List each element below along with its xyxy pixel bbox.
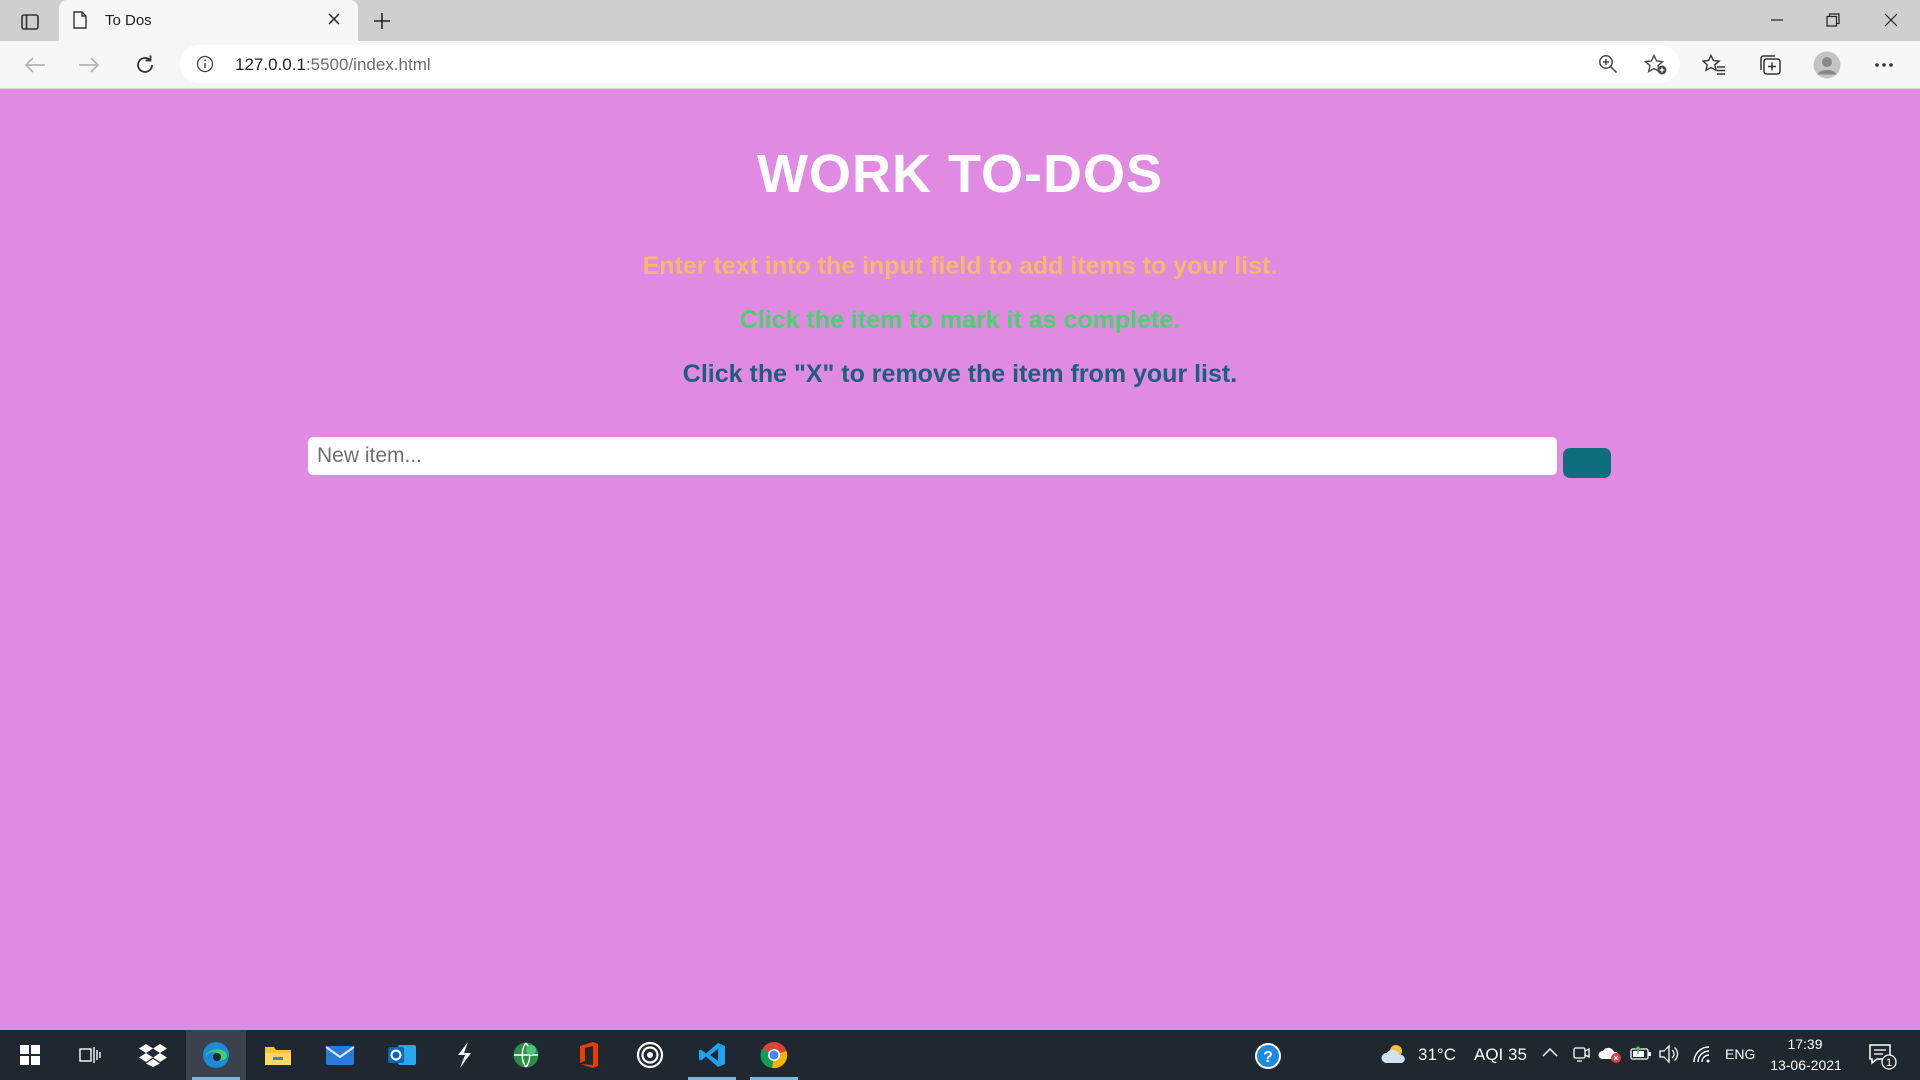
instruction-add: Enter text into the input field to add i… [642,252,1278,280]
minimize-icon[interactable] [1749,0,1805,40]
meeting-icon[interactable] [1572,1045,1590,1063]
page-icon [73,11,87,29]
zoom-icon[interactable] [1598,54,1618,74]
url-path: :5500/index.html [305,55,431,74]
task-view-icon[interactable] [60,1030,120,1080]
clock-time[interactable]: 17:39 [1770,1036,1840,1052]
weather-temperature[interactable]: 31°C [1418,1045,1456,1065]
wifi-icon[interactable] [1692,1045,1714,1063]
favorites-icon[interactable] [1697,49,1731,81]
dropbox-icon[interactable] [123,1030,183,1080]
weather-icon[interactable] [1380,1043,1408,1065]
tab-actions-icon[interactable] [16,10,44,34]
office-icon[interactable] [558,1030,618,1080]
address-bar[interactable]: 127.0.0.1:5500/index.html [180,45,1680,83]
forward-icon[interactable] [72,49,106,81]
collections-icon[interactable] [1753,49,1787,81]
refresh-icon[interactable] [128,49,162,81]
instruction-complete: Click the item to mark it as complete. [739,306,1181,334]
edge-icon[interactable] [186,1030,246,1080]
outlook-icon[interactable] [372,1030,432,1080]
add-item-button[interactable] [1563,448,1611,478]
back-icon[interactable] [18,49,52,81]
tab-title: To Dos [105,12,152,29]
mail-icon[interactable] [310,1030,370,1080]
weather-aqi[interactable]: AQI 35 [1474,1045,1527,1065]
new-item-input[interactable] [308,437,1557,475]
chevron-up-icon[interactable] [1542,1047,1558,1057]
close-tab-icon[interactable] [327,12,341,26]
volume-icon[interactable] [1658,1044,1680,1064]
record-app-icon[interactable] [620,1030,680,1080]
instruction-remove: Click the "X" to remove the item from yo… [682,360,1238,388]
battery-icon[interactable] [1630,1046,1652,1062]
taskbar: ? 31°C AQI 35 ENG 17:39 13-06-2021 1 [0,1030,1920,1080]
globe-app-icon[interactable] [496,1030,556,1080]
close-window-icon[interactable] [1863,0,1919,40]
url-text[interactable]: 127.0.0.1:5500/index.html [235,55,431,75]
notification-count: 1 [1886,1057,1892,1069]
browser-toolbar: 127.0.0.1:5500/index.html [0,41,1920,89]
language-indicator[interactable]: ENG [1725,1046,1755,1062]
site-info-icon[interactable] [196,55,214,73]
windows-start-icon[interactable] [0,1030,60,1080]
more-options-icon[interactable] [1867,49,1901,81]
vscode-icon[interactable] [682,1030,742,1080]
app-s-icon[interactable] [434,1030,494,1080]
file-explorer-icon[interactable] [248,1030,308,1080]
svg-text:?: ? [1263,1049,1273,1066]
add-favorite-icon[interactable] [1644,54,1668,76]
browser-tab-bar: To Dos [0,0,1920,41]
page-title: WORK TO-DOS [757,144,1163,204]
profile-avatar[interactable] [1810,49,1844,81]
page-content: WORK TO-DOS Enter text into the input fi… [0,89,1920,1030]
notifications-icon[interactable]: 1 [1868,1042,1898,1070]
browser-tab[interactable]: To Dos [59,0,358,41]
chrome-icon[interactable] [744,1030,804,1080]
onedrive-error-icon[interactable] [1598,1044,1622,1064]
help-icon[interactable]: ? [1254,1042,1282,1070]
url-host: 127.0.0.1 [235,55,306,74]
restore-icon[interactable] [1805,0,1861,40]
clock-date[interactable]: 13-06-2021 [1766,1057,1846,1073]
new-tab-icon[interactable] [369,8,395,34]
